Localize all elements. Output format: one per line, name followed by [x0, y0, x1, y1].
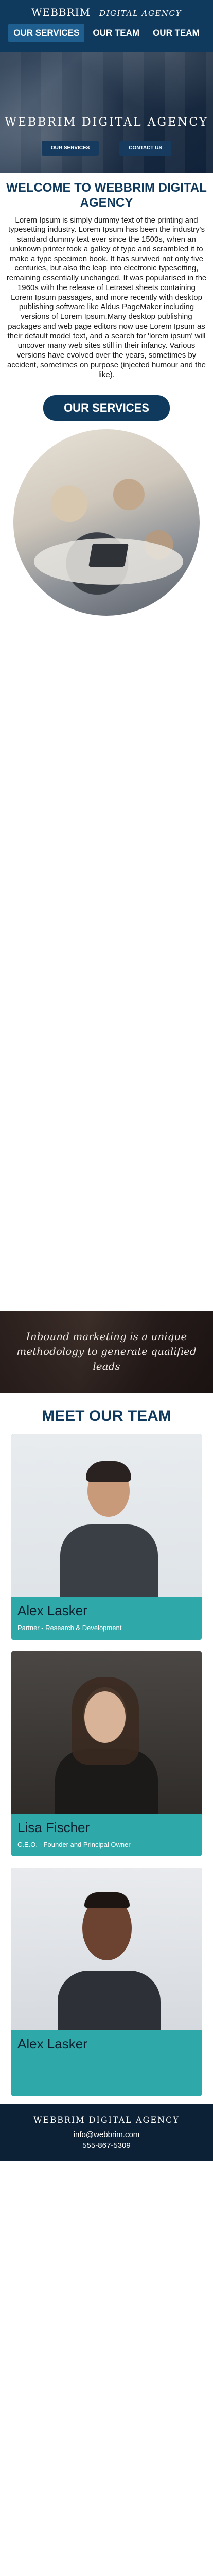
team-member-photo [11, 1651, 202, 1814]
team-member-photo [11, 1434, 202, 1597]
team-member-name: Alex Lasker [17, 1602, 87, 1618]
team-member-info: Alex Lasker Partner - Research & Develop… [11, 1995, 202, 2096]
photo-laptop-shape [88, 544, 129, 567]
our-services-button[interactable]: OUR SERVICES [41, 141, 99, 156]
team-card: Lisa Fischer C.E.O. - Founder and Princi… [11, 1651, 202, 1857]
services-heading: OUR SERVICES [43, 395, 170, 421]
team-member-role: Partner - Research & Development [17, 1623, 122, 1632]
team-meeting-photo [11, 427, 202, 618]
nav-item-our-team-2[interactable]: OUR TEAM [148, 24, 205, 42]
hero-section: WEBBRIM DIGITAL AGENCY OUR SERVICES OUR T… [0, 0, 213, 173]
hero-title: WEBBRIM DIGITAL AGENCY [5, 116, 208, 129]
team-member-info: Lisa Fischer C.E.O. - Founder and Princi… [11, 1814, 202, 1857]
nav-item-our-services[interactable]: OUR SERVICES [8, 24, 85, 42]
team-card: Alex Lasker Partner - Research & Develop… [11, 1434, 202, 1640]
logo-sub-text: DIGITAL AGENCY [99, 9, 182, 18]
lightbulb-hands-icon [85, 973, 128, 1015]
main-nav: OUR SERVICES OUR TEAM OUR TEAM [0, 24, 213, 42]
team-section: MEET OUR TEAM Alex Lasker Partner - Rese… [0, 1393, 213, 2097]
seo-monitor-icon [85, 628, 128, 670]
service-card-web-design: Web Design & Development We begin with r… [11, 1132, 202, 1290]
service-card-content-marketing: Content Marketing We have a proven proce… [11, 788, 202, 945]
service-description: We begin with research, collecting the i… [21, 1041, 192, 1104]
site-logo[interactable]: WEBBRIM DIGITAL AGENCY [0, 6, 213, 19]
top-navigation-bar: WEBBRIM DIGITAL AGENCY OUR SERVICES OUR T… [0, 0, 213, 52]
service-title: Web Design & Development [59, 1197, 154, 1206]
service-title: Content Marketing [75, 853, 138, 861]
hero-buttons: OUR SERVICES CONTACT US [0, 141, 213, 156]
web-monitor-icon [85, 1145, 128, 1188]
services-section: SEO (Search Engine Optimization) SEO, sh… [0, 556, 213, 1331]
footer-email[interactable]: info@webbrim.com [0, 2130, 213, 2140]
banner-quote: Inbound marketing is a unique methodolog… [16, 1330, 197, 1373]
service-description: SEO, short for Search Engine Optimizatio… [20, 696, 193, 758]
site-footer: WEBBRIM DIGITAL AGENCY info@webbrim.com … [0, 2104, 213, 2161]
team-card: Alex Lasker Partner - Research & Develop… [11, 1868, 202, 2097]
welcome-section: WELCOME TO WEBBRIM DIGITAL AGENCY Lorem … [0, 173, 213, 385]
team-member-photo [11, 1868, 202, 2030]
services-heading-wrap: OUR SERVICES [0, 395, 213, 421]
team-member-role: C.E.O. - Founder and Principal Owner [17, 1840, 131, 1849]
team-member-name: Lisa Fischer [17, 1819, 90, 1835]
team-member-info: Alex Lasker Partner - Research & Develop… [11, 1597, 202, 1640]
service-card-seo: SEO (Search Engine Optimization) SEO, sh… [11, 615, 202, 773]
team-heading: MEET OUR TEAM [42, 1407, 171, 1425]
service-description: We begin with research, collecting the i… [21, 1213, 192, 1276]
welcome-title: WELCOME TO WEBBRIM DIGITAL AGENCY [6, 181, 207, 210]
content-document-icon [85, 800, 128, 843]
contact-us-button[interactable]: CONTACT US [119, 141, 172, 156]
welcome-body: Lorem Ipsum is simply dummy text of the … [6, 215, 207, 379]
service-description: We have a proven process for designing c… [21, 869, 192, 931]
team-heading-wrap: MEET OUR TEAM [0, 1393, 213, 1434]
nav-item-our-team[interactable]: OUR TEAM [87, 24, 145, 42]
quote-banner: Inbound marketing is a unique methodolog… [0, 1310, 213, 1393]
service-title: SEO (Search Engine Optimization) [47, 680, 166, 689]
footer-phone[interactable]: 555-867-5309 [0, 2141, 213, 2151]
footer-logo: WEBBRIM DIGITAL AGENCY [33, 2115, 180, 2125]
service-title: Content Marketing [75, 1025, 138, 1033]
logo-main-text: WEBBRIM [31, 6, 91, 19]
team-member-name: Alex Lasker [17, 2036, 87, 2052]
service-card-content-marketing-2: Content Marketing We begin with research… [11, 960, 202, 1117]
